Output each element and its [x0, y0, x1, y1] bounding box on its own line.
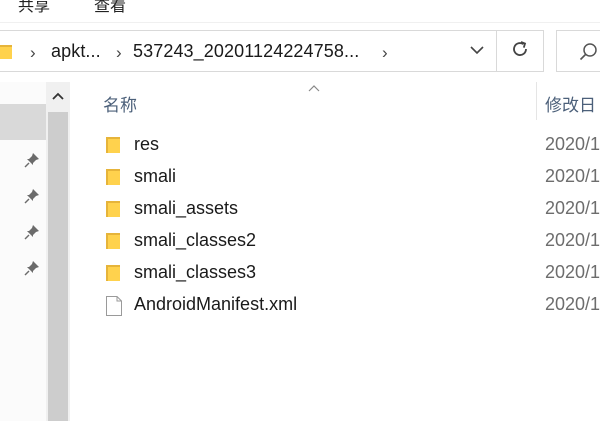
list-item[interactable]: smali_classes2 2020/1: [90, 226, 600, 258]
pin-icon[interactable]: [24, 188, 40, 209]
file-name: smali_classes2: [134, 230, 257, 250]
list-item[interactable]: res 2020/1: [90, 130, 600, 162]
file-date: 2020/1: [545, 262, 600, 282]
refresh-button[interactable]: [497, 30, 544, 72]
file-date: 2020/1: [545, 230, 600, 250]
address-dropdown-button[interactable]: [458, 31, 496, 71]
file-date: 2020/1: [545, 198, 600, 218]
refresh-icon: [510, 39, 530, 64]
ribbon-tab-view[interactable]: 查看: [94, 0, 126, 16]
breadcrumb-separator-icon[interactable]: ›: [30, 43, 36, 63]
file-name: res: [134, 134, 160, 154]
pin-icon[interactable]: [24, 224, 40, 245]
search-box[interactable]: [556, 30, 600, 72]
breadcrumb-separator-icon[interactable]: ›: [382, 43, 388, 63]
pin-icon[interactable]: [24, 152, 40, 173]
nav-item-selected[interactable]: [0, 104, 46, 140]
file-name: AndroidManifest.xml: [134, 294, 298, 314]
sort-caret-icon: [308, 79, 320, 97]
breadcrumb-separator-icon[interactable]: ›: [116, 43, 122, 63]
list-item[interactable]: smali 2020/1: [90, 162, 600, 194]
navigation-pane: [0, 82, 46, 421]
pin-icon[interactable]: [24, 260, 40, 281]
file-date: 2020/1: [545, 134, 600, 154]
ribbon-tab-share[interactable]: 共享: [18, 0, 50, 16]
folder-icon: [106, 136, 120, 159]
folder-icon: [106, 264, 120, 287]
folder-icon: [106, 232, 120, 255]
nav-scrollbar[interactable]: [46, 82, 70, 421]
file-name: smali: [134, 166, 177, 186]
search-icon: [579, 42, 599, 67]
document-icon: [106, 296, 122, 321]
list-item[interactable]: smali_assets 2020/1: [90, 194, 600, 226]
file-date: 2020/1: [545, 294, 600, 314]
scroll-thumb[interactable]: [48, 112, 68, 421]
column-divider[interactable]: [536, 82, 537, 120]
list-item[interactable]: smali_classes3 2020/1: [90, 258, 600, 290]
file-name: smali_classes3: [134, 262, 257, 282]
folder-icon: [0, 44, 12, 65]
file-date: 2020/1: [545, 166, 600, 186]
column-header-name[interactable]: 名称: [103, 91, 137, 116]
column-header-modified[interactable]: 修改日: [545, 91, 596, 116]
chevron-up-icon: [52, 87, 64, 105]
folder-icon: [106, 200, 120, 223]
address-bar[interactable]: › apkt... › 537243_20201124224758... ›: [0, 30, 497, 72]
breadcrumb-segment[interactable]: 537243_20201124224758...: [133, 41, 359, 62]
breadcrumb-segment[interactable]: apkt...: [51, 41, 101, 62]
list-item[interactable]: AndroidManifest.xml 2020/1: [90, 290, 600, 322]
folder-icon: [106, 168, 120, 191]
ribbon-tabs: 共享 查看: [0, 0, 600, 23]
scroll-up-button[interactable]: [46, 82, 70, 110]
file-name: smali_assets: [134, 198, 239, 218]
chevron-down-icon: [470, 42, 484, 60]
